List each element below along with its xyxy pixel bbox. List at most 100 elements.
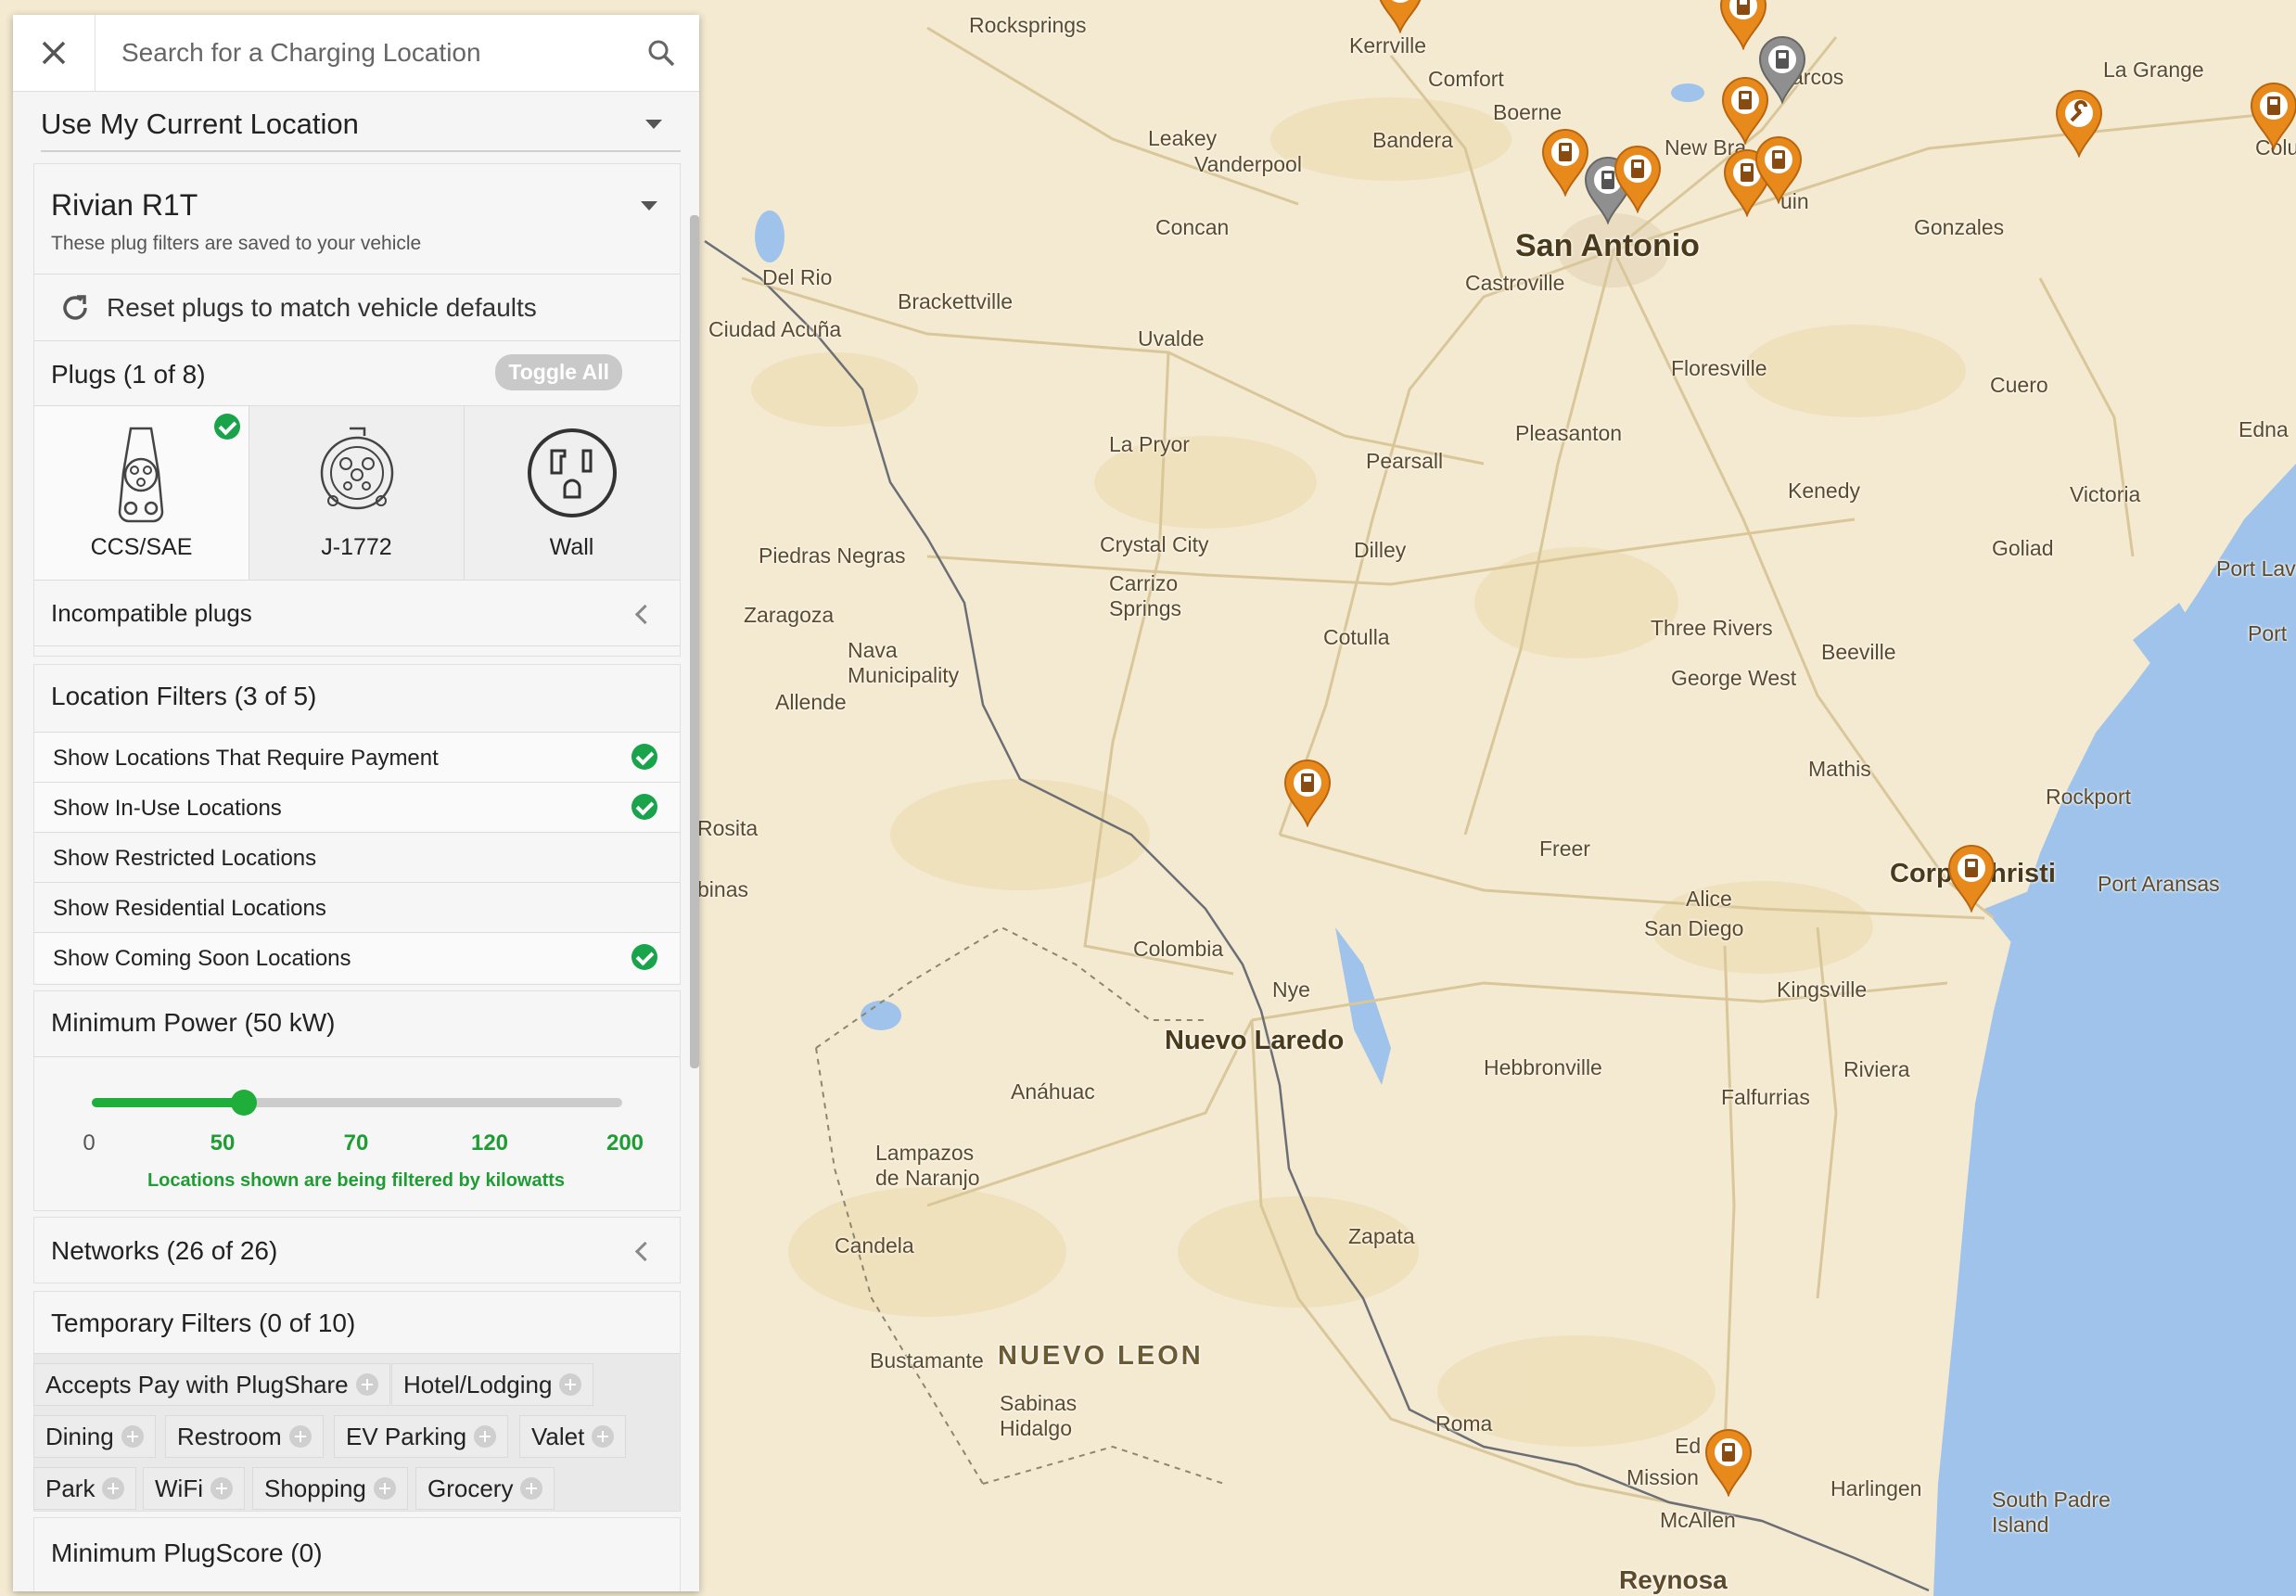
plug-j1772[interactable]: J-1772 xyxy=(249,406,465,581)
close-button[interactable] xyxy=(13,15,96,91)
plus-icon xyxy=(121,1425,144,1448)
chip-park[interactable]: Park xyxy=(33,1467,137,1510)
charging-station-pin[interactable] xyxy=(1376,0,1424,33)
chip-label: Dining xyxy=(45,1422,114,1450)
location-select-value: Use My Current Location xyxy=(41,108,359,140)
charging-station-pin[interactable] xyxy=(2250,82,2296,150)
chip-hotel-lodging[interactable]: Hotel/Lodging xyxy=(391,1363,594,1406)
toggle-all-button[interactable]: Toggle All xyxy=(495,354,622,390)
charging-station-pin[interactable] xyxy=(1754,135,1803,204)
charging-station-pin[interactable] xyxy=(1704,1428,1753,1497)
charging-station-pin[interactable] xyxy=(1947,844,1996,913)
power-tick: 200 xyxy=(606,1130,644,1156)
power-tick: 120 xyxy=(470,1130,509,1156)
filter-coming-soon[interactable]: Show Coming Soon Locations xyxy=(34,932,680,983)
close-icon xyxy=(42,41,66,65)
checked-icon xyxy=(631,794,657,820)
chip-grocery[interactable]: Grocery xyxy=(415,1467,555,1510)
chip-label: Shopping xyxy=(264,1474,366,1502)
chevron-left-icon xyxy=(634,604,656,625)
chip-pay-with-plugshare[interactable]: Accepts Pay with PlugShare xyxy=(33,1363,390,1406)
search-input[interactable] xyxy=(96,37,623,69)
chip-label: Hotel/Lodging xyxy=(403,1370,553,1398)
plug-label: Wall xyxy=(549,534,594,560)
filter-label: Show Locations That Require Payment xyxy=(53,746,439,771)
chip-shopping[interactable]: Shopping xyxy=(252,1467,408,1510)
filter-in-use[interactable]: Show In-Use Locations xyxy=(34,782,680,833)
chevron-down-icon xyxy=(641,201,657,211)
search-button[interactable] xyxy=(623,38,699,68)
filter-label: Show Coming Soon Locations xyxy=(53,946,351,971)
repair-shop-pin[interactable] xyxy=(2055,89,2103,158)
networks-toggle[interactable]: Networks (26 of 26) xyxy=(33,1217,681,1283)
plug-wall[interactable]: Wall xyxy=(465,406,679,581)
location-filters-header: Location Filters (3 of 5) xyxy=(51,682,317,710)
panel-scrollbar[interactable] xyxy=(690,215,699,1068)
filter-label: Show Restricted Locations xyxy=(53,846,317,871)
filter-restricted[interactable]: Show Restricted Locations xyxy=(34,832,680,883)
chip-label: Valet xyxy=(531,1422,585,1450)
incompatible-plugs-toggle[interactable]: Incompatible plugs xyxy=(34,580,680,646)
vehicle-card: Rivian R1T These plug filters are saved … xyxy=(33,163,681,657)
plug-ccs-sae[interactable]: CCS/SAE xyxy=(34,406,249,581)
vehicle-note: These plug filters are saved to your veh… xyxy=(51,233,422,254)
plus-icon xyxy=(210,1477,233,1500)
plus-icon xyxy=(559,1373,582,1396)
plus-icon xyxy=(592,1425,615,1448)
chip-label: EV Parking xyxy=(346,1422,467,1450)
reset-plugs-label: Reset plugs to match vehicle defaults xyxy=(107,293,537,322)
plugs-header: Plugs (1 of 8) Toggle All xyxy=(34,340,680,406)
plug-grid: CCS/SAE J-1772 Wall xyxy=(34,405,680,581)
chip-label: Accepts Pay with PlugShare xyxy=(45,1370,349,1398)
plus-icon xyxy=(520,1477,543,1500)
checked-icon xyxy=(631,744,657,770)
power-tick: 50 xyxy=(210,1130,236,1156)
charging-station-pin[interactable] xyxy=(1283,759,1332,827)
power-slider[interactable] xyxy=(92,1090,622,1116)
chip-wifi[interactable]: WiFi xyxy=(143,1467,245,1510)
reset-plugs-button[interactable]: Reset plugs to match vehicle defaults xyxy=(34,274,680,341)
filter-residential[interactable]: Show Residential Locations xyxy=(34,882,680,933)
min-power-header: Minimum Power (50 kW) xyxy=(51,1008,336,1037)
plus-icon xyxy=(355,1373,378,1396)
charging-station-pin[interactable] xyxy=(1721,76,1769,145)
chip-ev-parking[interactable]: EV Parking xyxy=(334,1415,509,1458)
power-tick: 0 xyxy=(83,1130,96,1156)
j1772-plug-icon xyxy=(320,427,394,510)
vehicle-select[interactable]: Rivian R1T These plug filters are saved … xyxy=(34,164,680,266)
filter-panel: Use My Current Location Rivian R1T These… xyxy=(13,15,699,1591)
plus-icon xyxy=(102,1477,125,1500)
power-slider-handle[interactable] xyxy=(231,1090,257,1116)
charging-station-pin[interactable] xyxy=(1614,145,1662,213)
search-icon xyxy=(648,40,675,67)
chip-label: Park xyxy=(45,1474,96,1502)
plus-icon xyxy=(474,1425,497,1448)
location-filters-card: Location Filters (3 of 5) Show Locations… xyxy=(33,664,681,985)
charging-station-pin[interactable] xyxy=(1541,128,1589,197)
ccs-plug-icon xyxy=(118,427,164,523)
temporary-filters-header-row: Temporary Filters (0 of 10) xyxy=(34,1292,680,1354)
chip-label: Grocery xyxy=(427,1474,514,1502)
chip-dining[interactable]: Dining xyxy=(33,1415,156,1458)
chevron-left-icon xyxy=(634,1241,656,1262)
power-tick: 70 xyxy=(343,1130,369,1156)
chevron-down-icon xyxy=(645,120,662,129)
checked-icon xyxy=(631,944,657,970)
search-bar xyxy=(13,15,699,92)
chip-label: Restroom xyxy=(177,1422,282,1450)
refresh-icon xyxy=(63,295,87,320)
plus-icon xyxy=(373,1477,396,1500)
chip-valet[interactable]: Valet xyxy=(519,1415,627,1458)
plugscore-card[interactable]: Minimum PlugScore (0) xyxy=(33,1517,681,1591)
chip-restroom[interactable]: Restroom xyxy=(165,1415,324,1458)
location-select[interactable]: Use My Current Location xyxy=(41,98,681,152)
power-slider-fill xyxy=(92,1098,244,1107)
wall-outlet-icon xyxy=(528,428,617,517)
filter-require-payment[interactable]: Show Locations That Require Payment xyxy=(34,732,680,783)
plug-label: CCS/SAE xyxy=(90,534,193,560)
incompatible-plugs-label: Incompatible plugs xyxy=(51,599,252,627)
plug-label: J-1772 xyxy=(321,534,392,560)
filter-label: Show In-Use Locations xyxy=(53,796,282,821)
temporary-filters-header: Temporary Filters (0 of 10) xyxy=(51,1309,356,1337)
plugscore-header: Minimum PlugScore (0) xyxy=(51,1539,323,1567)
